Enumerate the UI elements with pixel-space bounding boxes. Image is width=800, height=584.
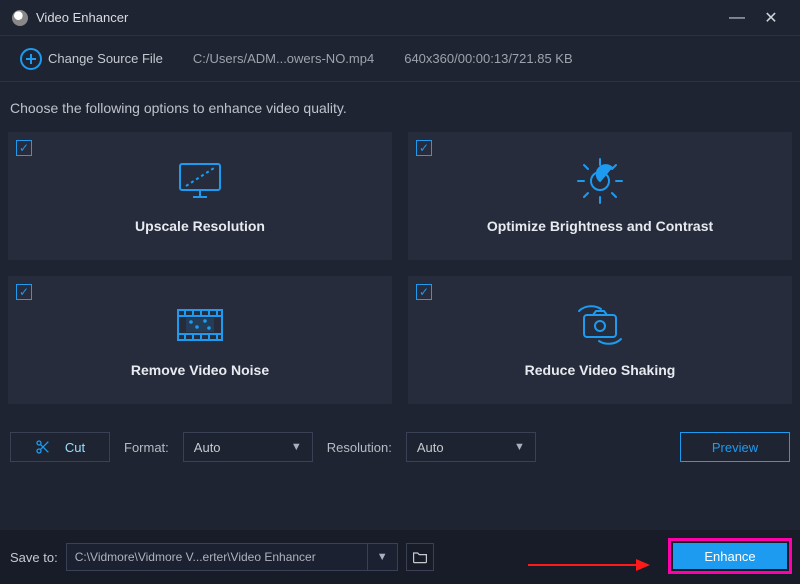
format-select[interactable]: Auto ▼ — [183, 432, 313, 462]
format-value: Auto — [194, 440, 221, 455]
monitor-icon — [176, 158, 224, 204]
sun-icon — [575, 158, 625, 204]
titlebar: Video Enhancer — ✕ — [0, 0, 800, 36]
card-label: Reduce Video Shaking — [525, 362, 676, 378]
open-folder-button[interactable] — [406, 543, 434, 571]
card-optimize-brightness[interactable]: ✓ Optimize Brightness and Contrast — [408, 132, 792, 260]
source-bar: Change Source File C:/Users/ADM...owers-… — [0, 36, 800, 82]
hint-text: Choose the following options to enhance … — [10, 100, 792, 116]
folder-icon — [412, 550, 428, 564]
checkbox-icon[interactable]: ✓ — [416, 140, 432, 156]
card-remove-noise[interactable]: ✓ Remove Video Noise — [8, 276, 392, 404]
save-path: C:\Vidmore\Vidmore V...erter\Video Enhan… — [67, 550, 367, 564]
preview-label: Preview — [712, 440, 758, 455]
footer: Save to: C:\Vidmore\Vidmore V...erter\Vi… — [0, 530, 800, 584]
chevron-down-icon: ▼ — [291, 441, 302, 453]
resolution-label: Resolution: — [327, 440, 392, 455]
resolution-select[interactable]: Auto ▼ — [406, 432, 536, 462]
source-path: C:/Users/ADM...owers-NO.mp4 — [193, 51, 374, 66]
camera-shake-icon — [571, 302, 629, 348]
cut-button[interactable]: Cut — [10, 432, 110, 462]
card-label: Optimize Brightness and Contrast — [487, 218, 713, 234]
card-label: Upscale Resolution — [135, 218, 265, 234]
card-upscale-resolution[interactable]: ✓ Upscale Resolution — [8, 132, 392, 260]
controls-row: Cut Format: Auto ▼ Resolution: Auto ▼ Pr… — [8, 432, 792, 462]
film-icon — [175, 302, 225, 348]
checkbox-icon[interactable]: ✓ — [16, 140, 32, 156]
card-reduce-shaking[interactable]: ✓ Reduce Video Shaking — [408, 276, 792, 404]
annotation-highlight: Enhance — [668, 538, 792, 574]
format-label: Format: — [124, 440, 169, 455]
change-source-button[interactable]: Change Source File — [20, 48, 163, 70]
enhance-label: Enhance — [704, 549, 755, 564]
resolution-value: Auto — [417, 440, 444, 455]
minimize-button[interactable]: — — [720, 9, 754, 27]
option-cards: ✓ Upscale Resolution ✓ — [8, 132, 792, 404]
change-source-label: Change Source File — [48, 51, 163, 66]
source-meta: 640x360/00:00:13/721.85 KB — [404, 51, 572, 66]
cut-label: Cut — [65, 440, 85, 455]
save-path-dropdown[interactable]: ▼ — [367, 544, 397, 570]
save-to-label: Save to: — [10, 550, 58, 565]
annotation-arrow-icon — [528, 564, 648, 566]
enhance-button[interactable]: Enhance — [673, 543, 787, 569]
checkbox-icon[interactable]: ✓ — [16, 284, 32, 300]
close-button[interactable]: ✕ — [754, 8, 788, 28]
preview-button[interactable]: Preview — [680, 432, 790, 462]
checkbox-icon[interactable]: ✓ — [416, 284, 432, 300]
app-title: Video Enhancer — [36, 10, 128, 25]
card-label: Remove Video Noise — [131, 362, 269, 378]
chevron-down-icon: ▼ — [514, 441, 525, 453]
app-logo-icon — [12, 10, 28, 26]
plus-icon — [20, 48, 42, 70]
save-path-box: C:\Vidmore\Vidmore V...erter\Video Enhan… — [66, 543, 398, 571]
scissors-icon — [35, 439, 51, 455]
